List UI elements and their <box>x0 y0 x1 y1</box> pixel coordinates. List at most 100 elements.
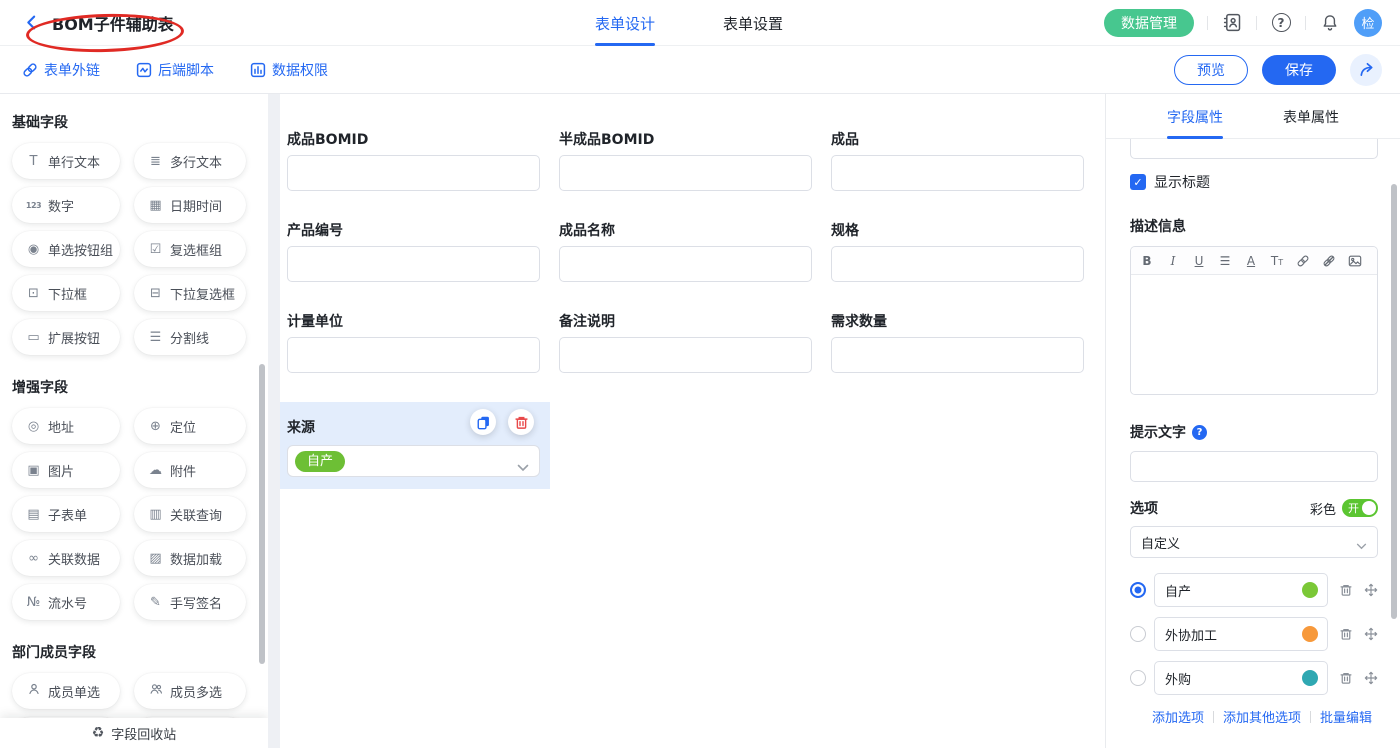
option-color-dot[interactable] <box>1302 670 1318 686</box>
bold-icon[interactable]: B <box>1134 249 1160 273</box>
field-pill-lookup[interactable]: ▥关联查询 <box>134 496 246 532</box>
sidebar-scrollbar[interactable] <box>259 364 265 664</box>
option-move-handle[interactable] <box>1364 583 1378 597</box>
option-delete-button[interactable] <box>1339 627 1353 641</box>
canvas-field-unit[interactable]: 计量单位 <box>287 311 540 373</box>
canvas-field-source-selected[interactable]: 来源 自产 <box>280 402 550 489</box>
add-other-option-link[interactable]: 添加其他选项 <box>1223 707 1301 726</box>
align-icon[interactable]: ☰ <box>1212 249 1238 273</box>
option-color-dot[interactable] <box>1302 582 1318 598</box>
field-pill-data-load[interactable]: ▨数据加载 <box>134 540 246 576</box>
canvas-field-finished-bomid[interactable]: 成品BOMID <box>287 129 540 191</box>
colored-toggle[interactable]: 开 <box>1342 499 1378 517</box>
avatar[interactable]: 检 <box>1354 9 1382 37</box>
tab-field-properties[interactable]: 字段属性 <box>1167 94 1223 139</box>
canvas-field-product-name[interactable]: 成品名称 <box>559 220 812 282</box>
text-input[interactable] <box>831 155 1084 191</box>
canvas-field-spec[interactable]: 规格 <box>831 220 1084 282</box>
tab-form-settings[interactable]: 表单设置 <box>723 0 783 46</box>
source-select[interactable]: 自产 <box>287 445 540 477</box>
text-input[interactable] <box>831 246 1084 282</box>
backend-script-link[interactable]: 后端脚本 <box>136 60 214 80</box>
field-pill-divider[interactable]: ☰分割线 <box>134 319 246 355</box>
batch-edit-link[interactable]: 批量编辑 <box>1320 707 1372 726</box>
option-radio-selected[interactable] <box>1130 582 1146 598</box>
option-input[interactable]: 自产 <box>1154 573 1328 607</box>
field-pill-multi-select[interactable]: ⊟下拉复选框 <box>134 275 246 311</box>
copy-field-button[interactable] <box>470 409 496 435</box>
tab-form-design[interactable]: 表单设计 <box>595 0 655 46</box>
field-pill-radio-group[interactable]: ◉单选按钮组 <box>12 231 120 267</box>
text-input[interactable] <box>287 337 540 373</box>
field-pill-multi-line-text[interactable]: ≣多行文本 <box>134 143 246 179</box>
field-pill-extend-button[interactable]: ▭扩展按钮 <box>12 319 120 355</box>
field-pill-member-multi[interactable]: 成员多选 <box>134 673 246 709</box>
canvas-field-product-code[interactable]: 产品编号 <box>287 220 540 282</box>
field-pill-serial-number[interactable]: №流水号 <box>12 584 120 620</box>
options-label: 选项 <box>1130 498 1158 518</box>
option-delete-button[interactable] <box>1339 671 1353 685</box>
canvas-field-finished-product[interactable]: 成品 <box>831 129 1084 191</box>
field-pill-location[interactable]: ⊕定位 <box>134 408 246 444</box>
data-manage-button[interactable]: 数据管理 <box>1104 9 1194 37</box>
delete-field-button[interactable] <box>508 409 534 435</box>
hint-help-icon[interactable]: ? <box>1192 425 1207 440</box>
option-source-select[interactable]: 自定义 <box>1130 526 1378 558</box>
field-recycle-bin[interactable]: ♻ 字段回收站 <box>0 718 268 748</box>
insert-image-icon[interactable] <box>1342 249 1368 273</box>
field-pill-checkbox-group[interactable]: ☑复选框组 <box>134 231 246 267</box>
data-permission-link[interactable]: 数据权限 <box>250 60 328 80</box>
canvas-field-semi-finished-bomid[interactable]: 半成品BOMID <box>559 129 812 191</box>
back-button[interactable] <box>20 12 42 34</box>
text-input[interactable] <box>287 155 540 191</box>
option-input[interactable]: 外购 <box>1154 661 1328 695</box>
unlink-icon[interactable] <box>1316 249 1342 273</box>
share-button[interactable] <box>1350 54 1382 86</box>
field-pill-member-single[interactable]: 成员单选 <box>12 673 120 709</box>
field-title-input-partial[interactable] <box>1130 139 1378 159</box>
recycle-icon: ♻ <box>92 725 105 741</box>
add-option-link[interactable]: 添加选项 <box>1152 707 1204 726</box>
description-editor-area[interactable] <box>1131 275 1377 394</box>
field-pill-single-line-text[interactable]: T单行文本 <box>12 143 120 179</box>
field-pill-attachment[interactable]: ☁附件 <box>134 452 246 488</box>
text-input[interactable] <box>559 246 812 282</box>
underline-icon[interactable]: U <box>1186 249 1212 273</box>
form-external-link[interactable]: 表单外链 <box>22 60 100 80</box>
text-input[interactable] <box>287 246 540 282</box>
option-radio[interactable] <box>1130 626 1146 642</box>
attachment-icon: ☁ <box>147 463 164 478</box>
font-size-icon[interactable]: T <box>1264 249 1290 273</box>
preview-button[interactable]: 预览 <box>1174 55 1248 85</box>
field-pill-datetime[interactable]: ▦日期时间 <box>134 187 246 223</box>
italic-icon[interactable]: I <box>1160 249 1186 273</box>
field-pill-number[interactable]: 123数字 <box>12 187 120 223</box>
option-radio[interactable] <box>1130 670 1146 686</box>
bell-icon[interactable] <box>1319 12 1341 34</box>
field-pill-signature[interactable]: ✎手写签名 <box>134 584 246 620</box>
font-color-icon[interactable]: A <box>1238 249 1264 273</box>
text-input[interactable] <box>559 337 812 373</box>
option-input[interactable]: 外协加工 <box>1154 617 1328 651</box>
field-pill-select[interactable]: ⊡下拉框 <box>12 275 120 311</box>
help-icon[interactable]: ? <box>1270 12 1292 34</box>
text-input[interactable] <box>559 155 812 191</box>
option-move-handle[interactable] <box>1364 627 1378 641</box>
text-input[interactable] <box>831 337 1084 373</box>
contacts-icon[interactable] <box>1221 12 1243 34</box>
link-icon[interactable] <box>1290 249 1316 273</box>
hint-text-input[interactable] <box>1130 451 1378 482</box>
canvas-field-required-qty[interactable]: 需求数量 <box>831 311 1084 373</box>
option-move-handle[interactable] <box>1364 671 1378 685</box>
tab-form-properties[interactable]: 表单属性 <box>1283 94 1339 139</box>
field-pill-linked-data[interactable]: ∞关联数据 <box>12 540 120 576</box>
panel-scrollbar[interactable] <box>1391 184 1397 619</box>
canvas-field-remark[interactable]: 备注说明 <box>559 311 812 373</box>
field-pill-image[interactable]: ▣图片 <box>12 452 120 488</box>
option-color-dot[interactable] <box>1302 626 1318 642</box>
option-delete-button[interactable] <box>1339 583 1353 597</box>
field-pill-address[interactable]: ◎地址 <box>12 408 120 444</box>
field-pill-subform[interactable]: ▤子表单 <box>12 496 120 532</box>
save-button[interactable]: 保存 <box>1262 55 1336 85</box>
show-title-checkbox[interactable]: ✓ <box>1130 174 1146 190</box>
